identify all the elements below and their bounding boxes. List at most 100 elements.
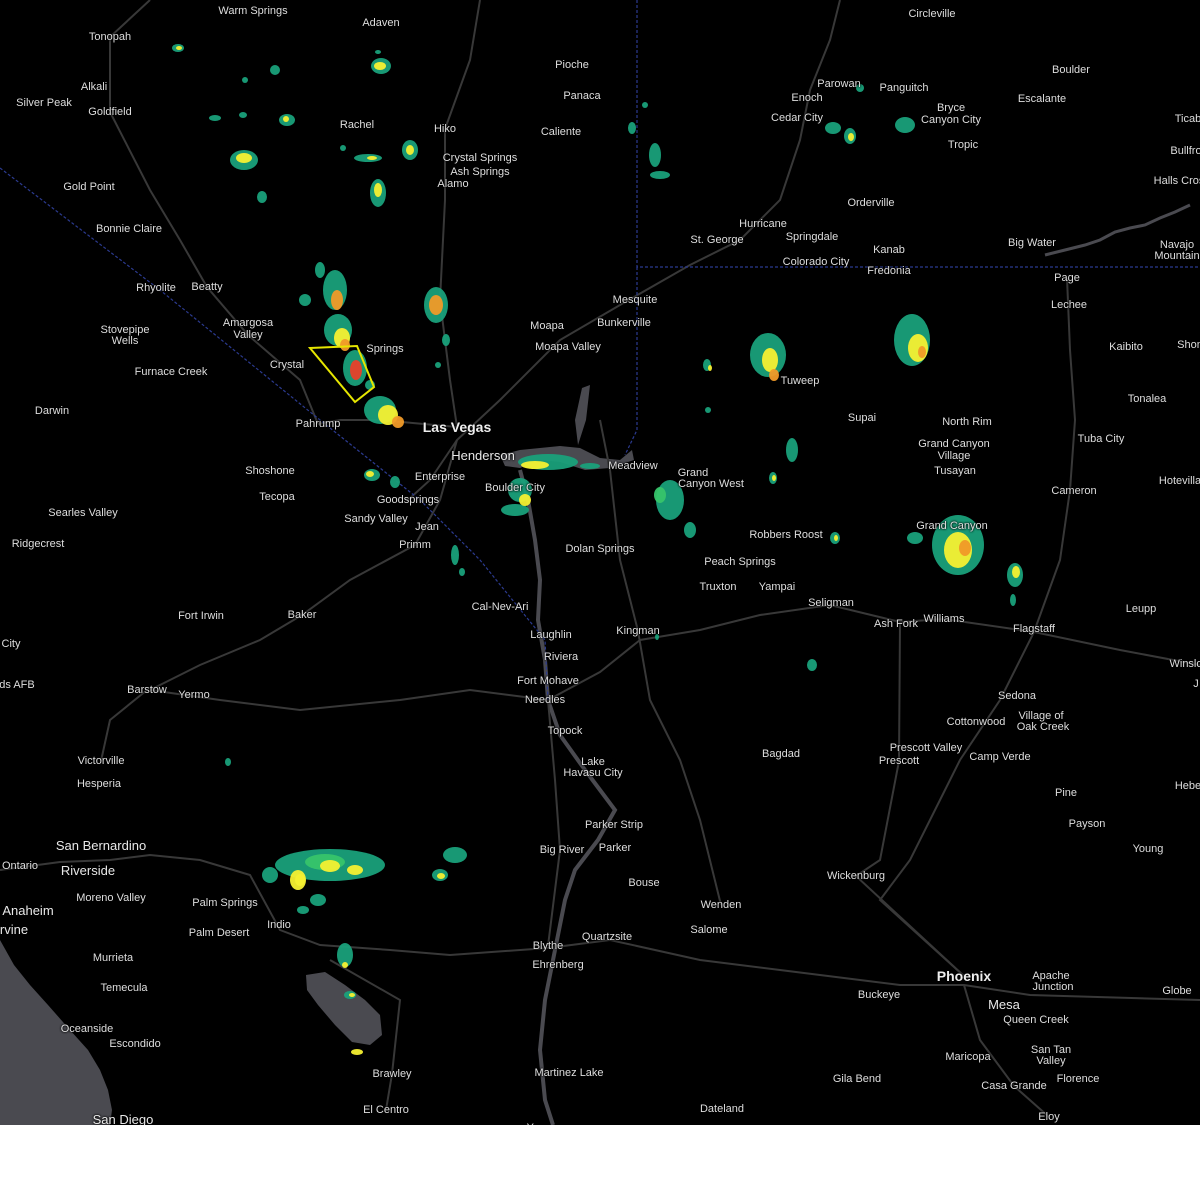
place-label: Eloy: [1038, 1111, 1060, 1123]
place-label: Hurricane: [739, 218, 787, 230]
radar-return: [351, 1049, 363, 1055]
place-label: Kanab: [873, 244, 905, 256]
radar-return: [654, 487, 666, 503]
radar-return: [236, 153, 252, 163]
place-label: Kingman: [616, 625, 660, 637]
radar-return: [521, 461, 549, 469]
place-label: Florence: [1056, 1073, 1100, 1085]
radar-return: [918, 346, 926, 358]
place-label: Yampai: [758, 581, 796, 593]
place-label: Moreno Valley: [76, 892, 146, 904]
place-label: Panguitch: [879, 82, 929, 94]
radar-return: [650, 171, 670, 179]
place-label: Hotevilla: [1158, 475, 1200, 487]
radar-return: [374, 62, 386, 70]
place-label: Darwin: [34, 405, 70, 417]
radar-return: [225, 758, 231, 766]
place-label: Havasu City: [563, 767, 623, 779]
place-label: Brawley: [372, 1068, 412, 1080]
place-label: Boulder: [1052, 64, 1090, 76]
radar-return: [825, 122, 841, 134]
radar-return: [239, 112, 247, 118]
radar-return: [176, 46, 182, 50]
place-label: Bagdad: [762, 748, 800, 760]
place-label: Salome: [690, 924, 728, 936]
radar-return: [769, 369, 779, 381]
place-label: Parowan: [817, 78, 861, 90]
place-label: Truxton: [699, 581, 737, 593]
place-label: Boulder City: [485, 482, 545, 494]
place-label: Quartzsite: [581, 931, 633, 943]
place-label: J: [1193, 678, 1199, 690]
place-label: Goodsprings: [376, 494, 440, 506]
radar-return: [297, 906, 309, 914]
place-label: Big River: [539, 844, 585, 856]
place-label: Ash Fork: [873, 618, 919, 630]
radar-return: [315, 262, 325, 278]
place-label: Adaven: [362, 17, 400, 29]
place-label: Bouse: [628, 877, 660, 889]
place-label: Rachel: [339, 119, 375, 131]
place-label: Gold Point: [63, 181, 115, 193]
radar-return: [451, 545, 459, 565]
radar-return: [390, 476, 400, 488]
radar-return: [1012, 566, 1020, 578]
place-label: Bonnie Claire: [95, 223, 163, 235]
place-label: Yermo: [178, 689, 210, 701]
place-label: Cameron: [1051, 485, 1097, 497]
place-label: Peach Springs: [704, 556, 776, 568]
place-label: Amargosa: [222, 317, 274, 329]
place-label: El Centro: [363, 1104, 409, 1116]
radar-return: [519, 494, 531, 506]
radar-return: [283, 116, 289, 122]
radar-return: [762, 348, 778, 372]
place-label: Martinez Lake: [534, 1067, 604, 1079]
place-label: Cal-Nev-Ari: [471, 601, 529, 613]
radar-return: [895, 117, 915, 133]
place-label: Moapa: [530, 320, 564, 332]
radar-return: [429, 295, 443, 315]
place-label: Ehrenberg: [532, 959, 584, 971]
radar-return: [242, 77, 248, 83]
place-label: Hebe: [1174, 780, 1200, 792]
place-label: Tropic: [947, 139, 979, 151]
place-label: Wells: [111, 335, 139, 347]
place-label: Prescott Valley: [889, 742, 963, 754]
radar-return: [342, 962, 348, 968]
place-label: Wickenburg: [826, 870, 886, 882]
place-label: Canyon City: [921, 114, 981, 126]
place-label: Colorado City: [782, 256, 850, 268]
place-label: Oak Creek: [1016, 721, 1070, 733]
radar-return: [649, 143, 661, 167]
place-label: Laughlin: [530, 629, 572, 641]
place-label: Valley: [233, 329, 263, 341]
place-label: Bunkerville: [597, 317, 651, 329]
place-label: Sedona: [998, 690, 1036, 702]
radar-return: [295, 874, 305, 886]
place-label: Leupp: [1125, 603, 1157, 615]
place-label: Henderson: [451, 448, 515, 463]
place-label: Meadview: [608, 460, 658, 472]
place-label: Page: [1054, 272, 1080, 284]
radar-return: [807, 659, 817, 671]
place-label: Temecula: [100, 982, 148, 994]
place-label: Primm: [399, 539, 431, 551]
radar-return: [786, 438, 798, 462]
radar-return: [848, 133, 854, 141]
place-label: Tecopa: [259, 491, 295, 503]
place-label: Bullfro: [1170, 145, 1200, 157]
radar-return: [349, 993, 355, 997]
place-label: Tuweep: [780, 375, 820, 387]
place-label: Mesquite: [612, 294, 658, 306]
place-label: Prescott: [878, 755, 920, 767]
place-label: Alamo: [437, 178, 469, 190]
place-label: Goldfield: [88, 106, 132, 118]
place-label: Mesa: [988, 997, 1020, 1012]
place-label: Dolan Springs: [565, 543, 635, 555]
place-label: Murrieta: [92, 952, 134, 964]
radar-map[interactable]: Warm Springs Adaven Circleville Tonopah Pioc…: [0, 0, 1200, 1125]
place-label: Shon: [1177, 339, 1200, 351]
place-label: Fredonia: [867, 265, 911, 277]
place-label: Flagstaff: [1013, 623, 1055, 635]
place-label: Buckeye: [857, 989, 901, 1001]
